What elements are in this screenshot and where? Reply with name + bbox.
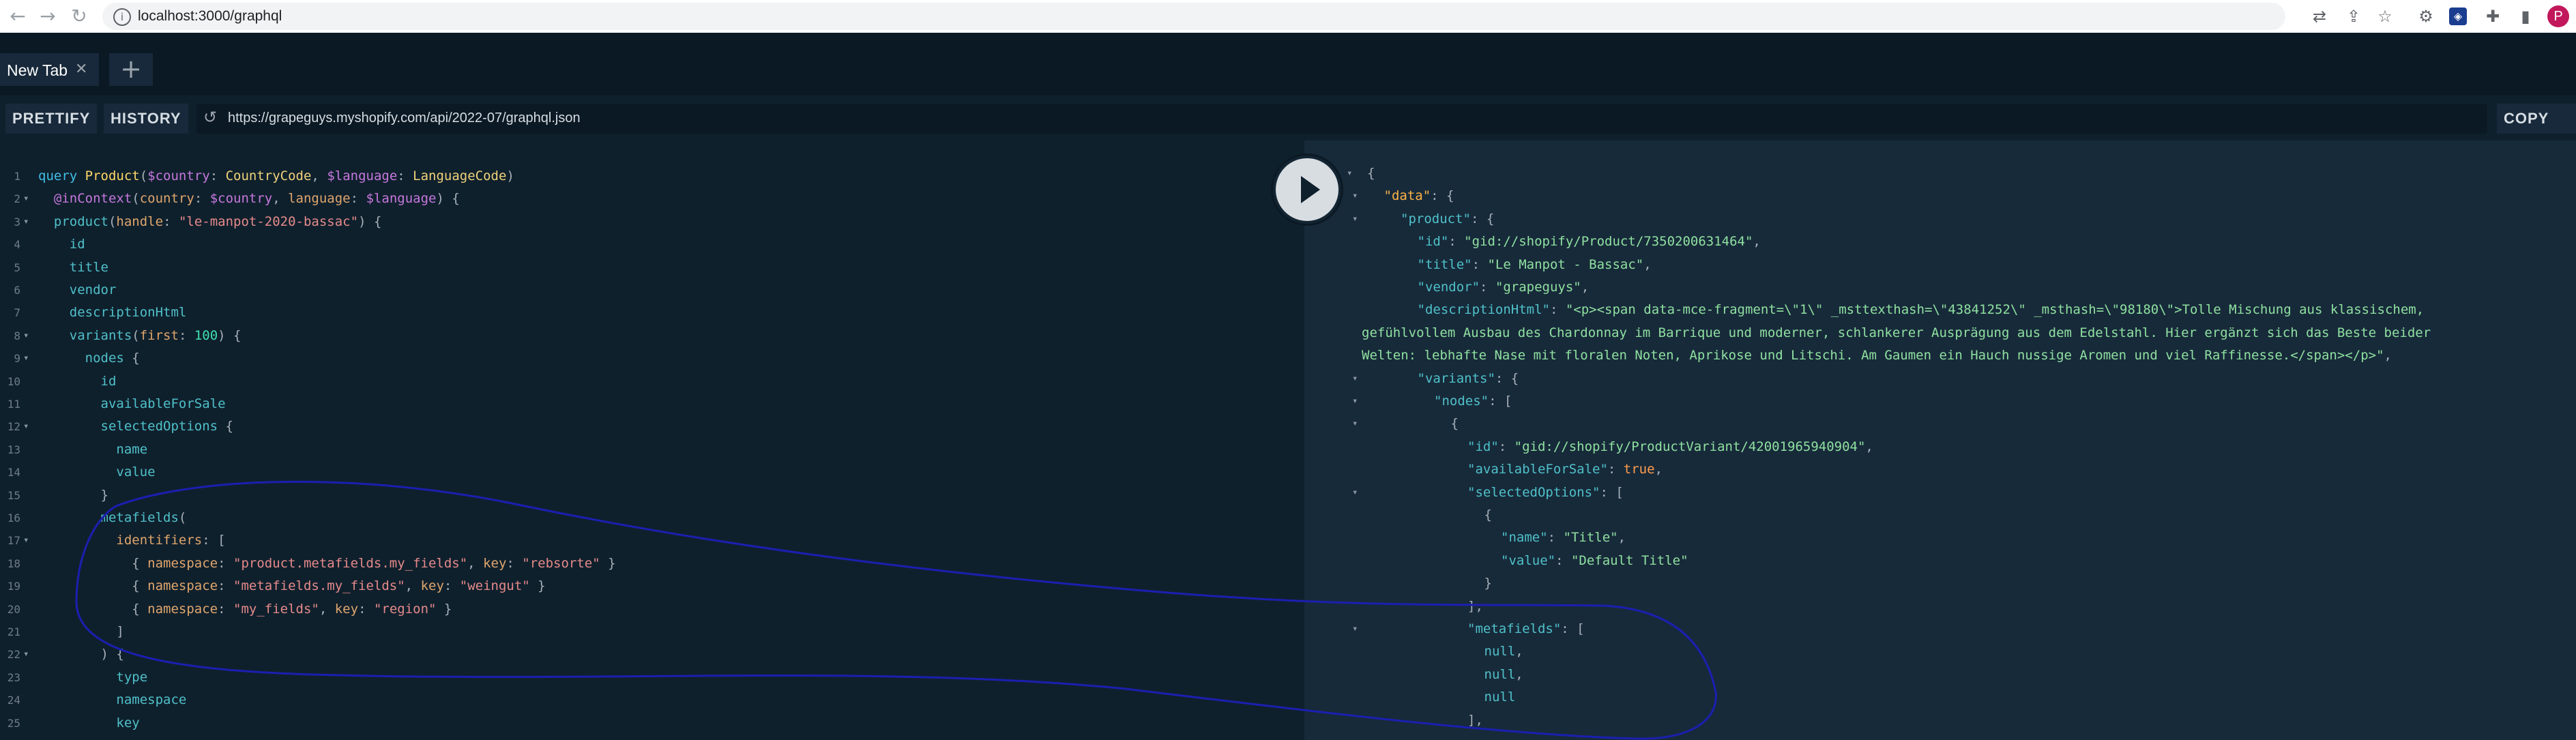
annotation-stroke: [75, 480, 1717, 740]
hand-drawn-annotation: [75, 480, 1717, 740]
